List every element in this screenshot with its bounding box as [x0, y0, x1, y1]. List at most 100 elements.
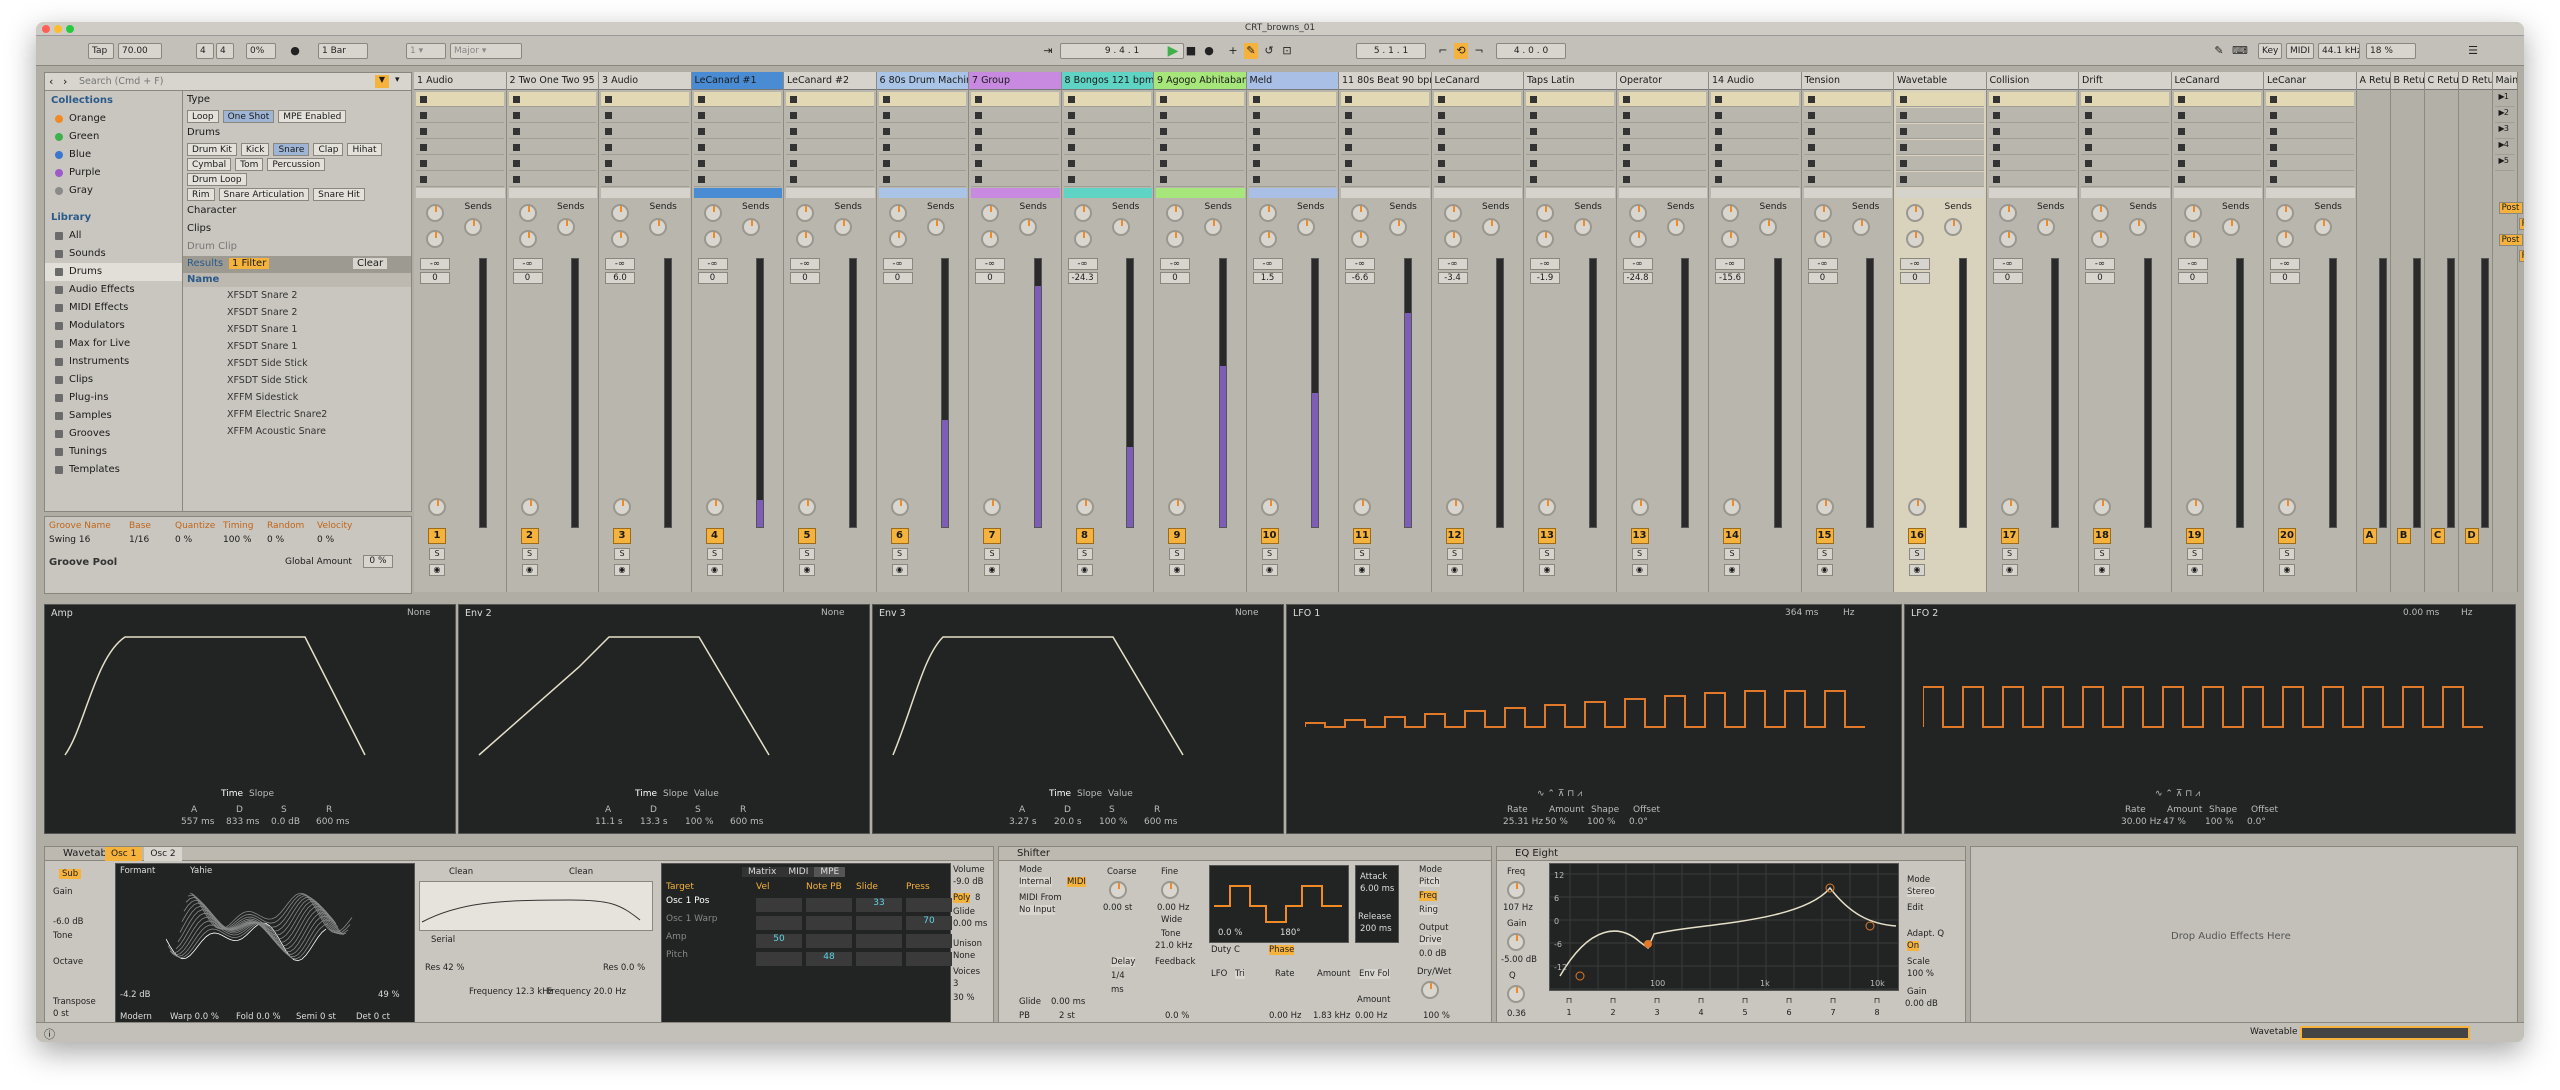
- matrix-cell[interactable]: 50: [756, 934, 802, 948]
- scene-launch[interactable]: ▶ 5: [2494, 156, 2515, 171]
- send-b-knob[interactable]: [1721, 230, 1739, 248]
- envelope-tab[interactable]: Slope: [663, 789, 688, 799]
- clip-slot[interactable]: [693, 156, 781, 171]
- clip-stop-icon[interactable]: [1530, 112, 1537, 119]
- clip-stop-icon[interactable]: [1807, 96, 1815, 103]
- clip-stop-icon[interactable]: [697, 96, 705, 103]
- clip-slot[interactable]: [416, 108, 504, 123]
- clip-stop-icon[interactable]: [697, 112, 705, 119]
- osc-level[interactable]: -4.2 dB: [120, 990, 151, 1000]
- send-b-knob[interactable]: [2276, 230, 2294, 248]
- send-b-knob[interactable]: [981, 230, 999, 248]
- clip-slot[interactable]: [1896, 124, 1984, 139]
- clip-stop-icon[interactable]: [2177, 112, 2185, 119]
- track-activator[interactable]: 11: [1353, 528, 1371, 544]
- track-header[interactable]: LeCanar: [2264, 72, 2356, 90]
- clip-stop-icon[interactable]: [512, 160, 520, 167]
- band-filter-icon[interactable]: ⊓: [1681, 995, 1721, 1007]
- send-b-knob[interactable]: [2183, 230, 2202, 248]
- routing-menu[interactable]: Serial: [431, 935, 455, 945]
- clip-slot[interactable]: [1433, 156, 1521, 171]
- clip-slot[interactable]: [2081, 92, 2169, 107]
- track-activator[interactable]: 7: [983, 528, 1001, 544]
- clip-slot[interactable]: [1526, 172, 1614, 187]
- track-activator[interactable]: 9: [1168, 528, 1186, 544]
- draw-mode-icon[interactable]: ✎: [2212, 43, 2226, 59]
- clip-stop-icon[interactable]: [2085, 128, 2092, 135]
- sidebar-item-audio-effects[interactable]: Audio Effects: [45, 281, 182, 299]
- eq-band-button[interactable]: ⊓ 6: [1769, 995, 1809, 1021]
- clip-stop-icon[interactable]: [697, 144, 705, 151]
- filter-character-label[interactable]: Character: [183, 202, 411, 220]
- clip-stop-icon[interactable]: [1160, 128, 1167, 135]
- clip-slot[interactable]: [2266, 156, 2354, 171]
- matrix-cell[interactable]: [856, 916, 902, 930]
- clip-stop-icon[interactable]: [1807, 128, 1815, 135]
- arm-button[interactable]: ◉: [1446, 564, 1463, 576]
- track-header[interactable]: Wavetable: [1894, 72, 1986, 90]
- clip-stop-icon[interactable]: [2085, 176, 2092, 183]
- send-a-knob[interactable]: [1813, 204, 1832, 222]
- track-activator[interactable]: 14: [1723, 528, 1741, 544]
- clip-stop-icon[interactable]: [1992, 144, 2000, 151]
- clip-slot[interactable]: [971, 108, 1059, 123]
- clip-stop-icon[interactable]: [1807, 112, 1815, 119]
- clip-stop-icon[interactable]: [2085, 112, 2092, 119]
- phase-value[interactable]: 180°: [1280, 928, 1300, 938]
- coarse-knob[interactable]: [1109, 881, 1127, 899]
- tone-value[interactable]: 21.0 kHz: [1155, 941, 1192, 951]
- clip-slot[interactable]: [1248, 108, 1336, 123]
- eq-band-button[interactable]: ⊓ 3: [1637, 995, 1677, 1021]
- clip-stop-icon[interactable]: [1622, 144, 1630, 151]
- clip-stop-icon[interactable]: [1252, 96, 1260, 103]
- pan-knob[interactable]: [1445, 498, 1464, 516]
- punch-in-icon[interactable]: ⌐: [1436, 43, 1450, 59]
- solo-button[interactable]: S: [1446, 548, 1463, 560]
- pan-value[interactable]: -∞: [1067, 258, 1098, 270]
- arm-button[interactable]: ◉: [2186, 564, 2203, 576]
- freq1-value[interactable]: Frequency 12.3 kHz: [469, 987, 553, 997]
- sidebar-item-instruments[interactable]: Instruments: [45, 353, 182, 371]
- clip-stop-icon[interactable]: [605, 96, 612, 103]
- clip-slot[interactable]: [786, 124, 874, 139]
- volume-value[interactable]: 1.5: [1252, 272, 1283, 284]
- scene-launch[interactable]: ▶ 1: [2494, 92, 2515, 107]
- return-activator[interactable]: C: [2430, 528, 2445, 544]
- punch-out-icon[interactable]: ¬: [1472, 43, 1486, 59]
- drop-area[interactable]: Drop Audio Effects Here: [1970, 846, 2518, 1026]
- automation-arm-icon[interactable]: ✎: [1244, 43, 1258, 59]
- clip-slot[interactable]: [878, 108, 966, 123]
- clip-stop-icon[interactable]: [1807, 160, 1815, 167]
- clip-slot[interactable]: [878, 140, 966, 155]
- clear-button[interactable]: Clear: [353, 258, 388, 269]
- envelope-curve[interactable]: [478, 636, 770, 756]
- filter-icon[interactable]: ▼: [375, 75, 389, 88]
- clip-slot[interactable]: [1803, 156, 1891, 171]
- clip-stop-icon[interactable]: [1715, 176, 1722, 183]
- send-c-knob[interactable]: [2036, 218, 2055, 236]
- band-filter-icon[interactable]: ⊓: [1857, 995, 1897, 1007]
- clip-slot[interactable]: [1341, 124, 1429, 139]
- clip-slot[interactable]: [1063, 140, 1151, 155]
- post-button[interactable]: Post: [2518, 218, 2524, 230]
- menu-icon[interactable]: ☰: [2466, 43, 2480, 59]
- fold-value[interactable]: Fold 0.0 %: [236, 1012, 281, 1022]
- track-activator[interactable]: 17: [2000, 528, 2019, 544]
- arm-button[interactable]: ◉: [521, 564, 538, 576]
- clip-stop-icon[interactable]: [975, 176, 982, 183]
- pitch-mode-button[interactable]: Pitch: [1419, 877, 1440, 887]
- pan-knob[interactable]: [2000, 498, 2019, 516]
- clip-slot[interactable]: [1896, 156, 1984, 171]
- clip-stop-icon[interactable]: [1437, 112, 1445, 119]
- pan-value[interactable]: -∞: [697, 258, 728, 270]
- pan-value[interactable]: -∞: [1715, 258, 1745, 270]
- clip-stop-icon[interactable]: [1067, 128, 1075, 135]
- clip-slot[interactable]: [601, 108, 689, 123]
- clip-slot[interactable]: [1433, 140, 1521, 155]
- release-value[interactable]: 200 ms: [1360, 924, 1392, 934]
- clip-stop-icon[interactable]: [2177, 128, 2185, 135]
- pan-knob[interactable]: [798, 498, 816, 516]
- track-activator[interactable]: 18: [2093, 528, 2111, 544]
- lfo-param-value[interactable]: 50 %: [1545, 817, 1568, 827]
- matrix-cell[interactable]: 33: [856, 898, 902, 912]
